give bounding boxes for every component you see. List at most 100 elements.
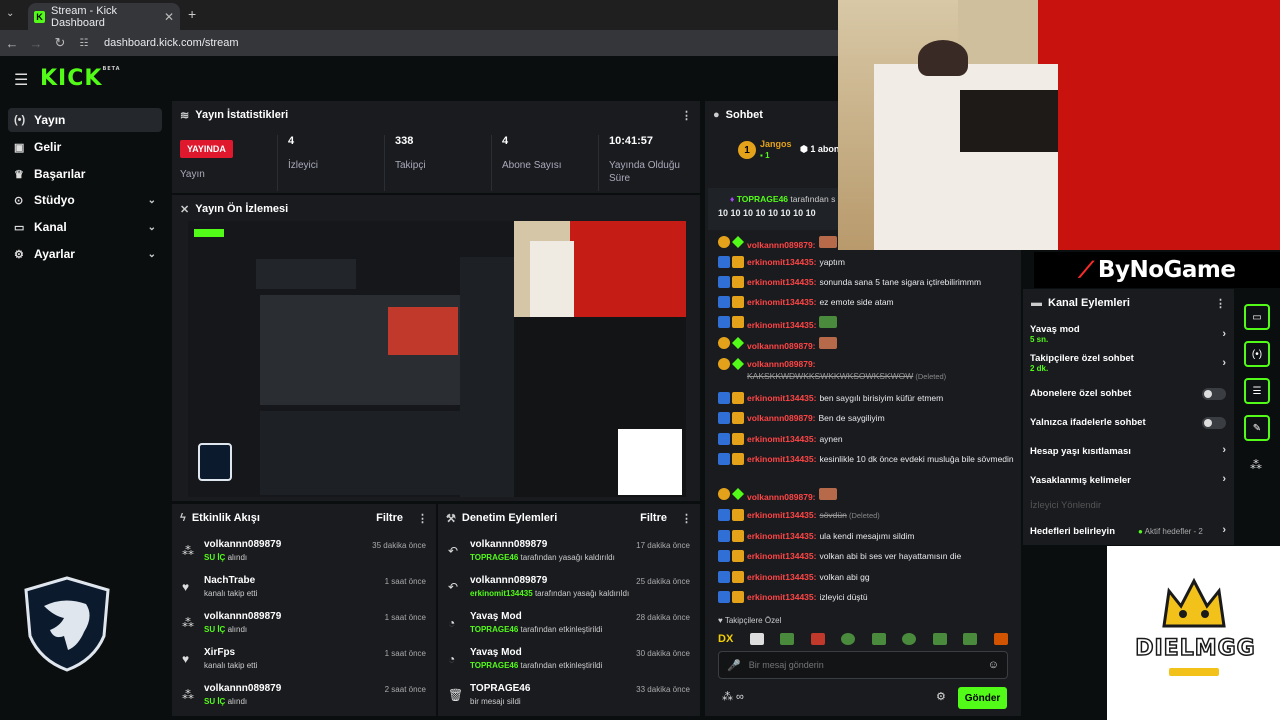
chat-emote[interactable] (818, 337, 837, 349)
sidebar-item-label: Gelir (34, 140, 62, 154)
chat-settings-icon[interactable]: ⚙ (936, 690, 946, 703)
site-info-icon[interactable]: ☷ (72, 38, 96, 49)
new-tab-icon[interactable]: + (188, 6, 196, 22)
sidebar-item-studyo[interactable]: ⊙ Stüdyo ⌄ (8, 188, 162, 212)
chat-input[interactable] (748, 660, 988, 670)
chat-emote[interactable] (819, 316, 838, 328)
moderation-target[interactable]: TOPRAGE46 (470, 682, 530, 695)
emote-icon[interactable] (841, 633, 856, 645)
tools-button[interactable]: ✎ (1244, 415, 1270, 441)
chat-emote[interactable] (818, 236, 837, 248)
back-icon[interactable]: ← (0, 36, 24, 51)
sidebar-item-yayin[interactable]: (•) Yayın (8, 108, 162, 132)
chat-emote[interactable] (818, 488, 837, 500)
moderator-badge-icon (718, 276, 730, 288)
chat-mode-button[interactable]: ▭ (1244, 304, 1270, 330)
chat-username[interactable]: volkannn089879: (747, 240, 816, 250)
emote-icon[interactable] (780, 633, 795, 645)
chat-username[interactable]: erkinomit134435: (747, 257, 816, 267)
broadcast-button[interactable]: (•) (1244, 341, 1270, 367)
pinned-user[interactable]: TOPRAGE46 (737, 194, 788, 204)
chat-username[interactable]: erkinomit134435: (747, 510, 816, 520)
moderation-filter-button[interactable]: Filtre (640, 512, 667, 524)
browser-tab[interactable]: K Stream - Kick Dashboard ✕ (28, 3, 180, 30)
chat-username[interactable]: erkinomit134435: (747, 277, 816, 287)
emote-dx[interactable]: DX (718, 633, 733, 645)
chat-message: erkinomit134435: kesinlikle 10 dk önce ev… (718, 453, 1014, 465)
emotes-only-toggle[interactable] (1202, 417, 1226, 429)
chat-username[interactable]: erkinomit134435: (747, 320, 816, 330)
emote-icon[interactable] (810, 633, 825, 645)
moderation-actor[interactable]: TOPRAGE46 (470, 553, 518, 562)
stream-preview[interactable] (188, 221, 686, 497)
sidebar-item-ayarlar[interactable]: ⚙ Ayarlar ⌄ (8, 242, 162, 266)
chat-username[interactable]: volkannn089879: (747, 492, 816, 502)
reload-icon[interactable]: ↻ (48, 35, 72, 51)
chat-username[interactable]: erkinomit134435: (747, 454, 816, 464)
url-field[interactable]: dashboard.kick.com/stream (104, 37, 239, 49)
top-gifter-name[interactable]: Jangos (760, 139, 792, 149)
menu-icon[interactable]: ☰ (14, 70, 28, 90)
slow-mode-row[interactable]: Yavaş mod 5 sn. › (1030, 324, 1226, 346)
emote-icon[interactable] (902, 633, 917, 645)
chat-username[interactable]: volkannn089879: (747, 341, 816, 351)
more-options-icon[interactable]: ⋮ (417, 512, 428, 525)
emote-icon[interactable] (963, 633, 978, 645)
moderation-actor[interactable]: TOPRAGE46 (470, 625, 518, 634)
emoji-icon[interactable]: ☺ (988, 659, 999, 671)
chat-username[interactable]: volkannn089879: (747, 359, 816, 369)
activity-user[interactable]: volkannn089879 (204, 682, 281, 695)
chat-username[interactable]: erkinomit134435: (747, 531, 816, 541)
chevron-down-icon[interactable]: ⌄ (148, 195, 156, 206)
kick-logo[interactable]: KICKBETA (40, 66, 121, 91)
chevron-down-icon[interactable]: ⌄ (148, 222, 156, 233)
chevron-down-icon[interactable]: ⌄ (148, 249, 156, 260)
chat-username[interactable]: erkinomit134435: (747, 297, 816, 307)
chat-username[interactable]: volkannn089879: (747, 413, 816, 423)
chat-username[interactable]: erkinomit134435: (747, 393, 816, 403)
points-icon[interactable]: ⁂ ∞ (722, 690, 744, 703)
emote-icon[interactable] (871, 633, 886, 645)
banned-words-row[interactable]: Yasaklanmış kelimeler › (1030, 473, 1226, 489)
chat-username[interactable]: erkinomit134435: (747, 572, 816, 582)
forward-icon[interactable]: → (24, 36, 48, 51)
chat-message: volkannn089879: (718, 488, 1014, 503)
sidebar-item-kanal[interactable]: ▭ Kanal ⌄ (8, 215, 162, 239)
followers-only-row[interactable]: Takipçilere özel sohbet 2 dk. › (1030, 353, 1226, 375)
moderation-actor[interactable]: TOPRAGE46 (470, 661, 518, 670)
sidebar-item-gelir[interactable]: ▣ Gelir (8, 135, 162, 159)
more-actions-icon[interactable]: ⁂ (1250, 458, 1262, 472)
tab-list-icon[interactable]: ⌄ (6, 8, 14, 19)
chat-input-box[interactable]: 🎤 ☺ (718, 651, 1008, 679)
activity-filter-button[interactable]: Filtre (376, 512, 403, 524)
activity-user[interactable]: NachTrabe (204, 574, 257, 587)
goals-row[interactable]: Hedefleri belirleyin ● Aktif hedefler - 2… (1030, 524, 1226, 540)
activity-user[interactable]: volkannn089879 (204, 538, 281, 551)
stats-panel: ≋ Yayın İstatistikleri ⋮ YAYINDA Yayın 4… (172, 101, 700, 193)
more-options-icon[interactable]: ⋮ (681, 512, 692, 525)
subscribers-only-toggle[interactable] (1202, 388, 1226, 400)
more-options-icon[interactable]: ⋮ (1215, 297, 1226, 310)
emote-icon[interactable] (993, 633, 1008, 645)
emote-icon[interactable] (749, 633, 764, 645)
send-button[interactable]: Gönder (958, 687, 1007, 709)
activity-user[interactable]: volkannn089879 (204, 610, 281, 623)
chat-username[interactable]: erkinomit134435: (747, 592, 816, 602)
moderation-actor[interactable]: erkinomit134435 (470, 589, 533, 598)
chat-message: erkinomit134435: sövdün (Deleted) (718, 509, 1014, 522)
microphone-icon[interactable]: 🎤 (727, 659, 741, 672)
chat-text: volkan abi gg (819, 572, 870, 582)
chat-username[interactable]: erkinomit134435: (747, 434, 816, 444)
sidebar-item-basarilar[interactable]: ♛ Başarılar (8, 162, 162, 186)
more-options-icon[interactable]: ⋮ (681, 109, 692, 122)
moderation-target[interactable]: volkannn089879 (470, 574, 629, 587)
chat-message: erkinomit134435: yaptım (718, 256, 1014, 268)
moderation-target[interactable]: volkannn089879 (470, 538, 615, 551)
activity-user[interactable]: XirFps (204, 646, 257, 659)
emote-icon[interactable] (932, 633, 947, 645)
moderation-action: tarafından yasağı kaldırıldı (520, 553, 615, 562)
chat-username[interactable]: erkinomit134435: (747, 551, 816, 561)
account-age-row[interactable]: Hesap yaşı kısıtlaması › (1030, 444, 1226, 460)
close-tab-icon[interactable]: ✕ (164, 10, 174, 24)
layout-button[interactable]: ☰ (1244, 378, 1270, 404)
